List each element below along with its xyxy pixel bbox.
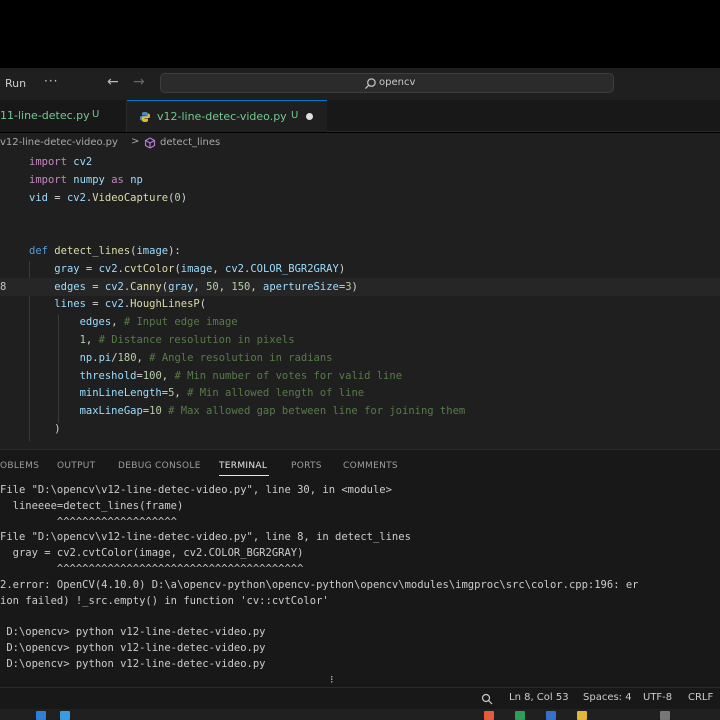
breadcrumb-file[interactable]: v12-line-detec-video.py <box>0 137 118 148</box>
editor-tab-bar: 11-line-detec.py U v12-line-detec-video.… <box>0 100 720 132</box>
terminal-line: D:\opencv> python v12-line-detec-video.p… <box>0 642 266 654</box>
code-text: edges = cv2.Canny(gray, 50, 150, apertur… <box>54 280 358 293</box>
code-line[interactable]: def detect_lines(image): <box>0 242 720 260</box>
tab-git-status: U <box>92 109 100 120</box>
forward-arrow-icon[interactable]: → <box>133 74 145 90</box>
title-bar: Run ··· ← → opencv <box>0 68 720 100</box>
tab-v12-line-detec-video[interactable]: v12-line-detec-video.py U <box>127 100 327 132</box>
taskbar-app-icon[interactable] <box>577 711 587 720</box>
breadcrumb: v12-line-detec-video.py > detect_lines <box>0 133 720 153</box>
terminal-line: 2.error: OpenCV(4.10.0) D:\a\opencv-pyth… <box>0 578 639 591</box>
code-line[interactable]: import numpy as np <box>0 171 720 189</box>
taskbar-app-icon[interactable] <box>546 711 556 720</box>
code-text: def detect_lines(image): <box>29 245 181 257</box>
code-line[interactable]: 1, # Distance resolution in pixels <box>0 331 720 349</box>
code-text: vid = cv2.VideoCapture(0) <box>29 191 188 204</box>
menu-run[interactable]: Run <box>5 77 26 90</box>
taskbar-app-icon[interactable] <box>484 711 494 720</box>
tab-label: 11-line-detec.py <box>0 109 90 122</box>
taskbar-app-icon[interactable] <box>660 711 670 720</box>
code-line[interactable]: import cv2 <box>0 153 720 171</box>
start-icon[interactable] <box>36 711 46 720</box>
terminal-line: lineeee=detect_lines(frame) <box>0 499 184 512</box>
symbol-method-icon <box>144 137 156 149</box>
breadcrumb-symbol[interactable]: detect_lines <box>160 137 220 148</box>
code-editor[interactable]: import cv2 import numpy as np vid = cv2.Vi… <box>0 153 720 449</box>
terminal-line: ^^^^^^^^^^^^^^^^^^^^^^^^^^^^^^^^^^^^^^^ <box>0 563 304 575</box>
code-text: minLineLength=5, # Min allowed length of… <box>79 387 365 400</box>
active-tab-indicator <box>219 475 269 476</box>
search-icon <box>364 78 376 90</box>
code-line[interactable]: threshold=100, # Min number of votes for… <box>0 367 720 385</box>
code-text: threshold=100, # Min number of votes for… <box>79 369 403 382</box>
taskbar-app-icon[interactable] <box>60 711 70 720</box>
indentation-setting[interactable]: Spaces: 4 <box>583 692 632 703</box>
code-text: lines = cv2.HoughLinesP( <box>54 298 207 311</box>
code-text: gray = cv2.cvtColor(image, cv2.COLOR_BGR… <box>54 262 346 275</box>
command-center-search[interactable]: opencv <box>160 73 614 93</box>
panel-tab-terminal[interactable]: TERMINAL <box>219 461 267 471</box>
code-line[interactable]: vid = cv2.VideoCapture(0) <box>0 189 720 207</box>
code-text: edges, # Input edge image <box>79 316 238 329</box>
panel-tab-oblems[interactable]: OBLEMS <box>0 461 39 471</box>
code-line[interactable]: ) <box>0 420 720 438</box>
terminal-line: D:\opencv> python v12-line-detec-video.p… <box>0 626 266 639</box>
terminal-line: ion failed) !_src.empty() in function 'c… <box>0 594 329 607</box>
tab-git-status: U <box>291 110 299 121</box>
code-text: ) <box>29 423 61 435</box>
zoom-icon[interactable] <box>481 693 493 705</box>
code-line[interactable]: maxLineGap=10 # Max allowed gap between … <box>0 402 720 420</box>
terminal-line: File "D:\opencv\v12-line-detec-video.py"… <box>0 531 411 544</box>
code-line[interactable]: edges, # Input edge image <box>0 313 720 331</box>
encoding-setting[interactable]: UTF-8 <box>643 692 672 703</box>
menu-more-button[interactable]: ··· <box>44 74 58 88</box>
panel-tab-debug-console[interactable]: DEBUG CONSOLE <box>118 461 201 471</box>
status-bar: Ln 8, Col 53 Spaces: 4 UTF-8 CRLF <box>0 687 720 709</box>
terminal-line: File "D:\opencv\v12-line-detec-video.py"… <box>0 484 392 496</box>
code-text: import cv2 <box>29 156 93 168</box>
code-line[interactable] <box>0 224 720 242</box>
back-arrow-icon[interactable]: ← <box>107 74 119 90</box>
tab-11-line-detec[interactable]: 11-line-detec.py U <box>0 100 127 132</box>
code-line[interactable]: minLineLength=5, # Min allowed length of… <box>0 384 720 402</box>
code-line[interactable]: lines = cv2.HoughLinesP( <box>0 295 720 313</box>
unsaved-dot-icon[interactable] <box>306 113 313 120</box>
panel-tab-ports[interactable]: PORTS <box>291 461 322 471</box>
cursor-position[interactable]: Ln 8, Col 53 <box>509 692 569 703</box>
panel-tab-comments[interactable]: COMMENTS <box>343 461 398 471</box>
bottom-panel: OBLEMS OUTPUT DEBUG CONSOLE TERMINAL PORTS CO… <box>0 449 720 687</box>
code-line[interactable]: 8 edges = cv2.Canny(gray, 50, 150, apert… <box>0 277 720 296</box>
eol-setting[interactable]: CRLF <box>688 692 713 703</box>
terminal-line: ^^^^^^^^^^^^^^^^^^^ <box>0 515 178 528</box>
code-line[interactable]: gray = cv2.cvtColor(image, cv2.COLOR_BGR… <box>0 260 720 278</box>
code-line[interactable]: np.pi/180, # Angle resolution in radians <box>0 349 720 367</box>
line-number: 8 <box>0 280 7 293</box>
python-file-icon <box>140 112 150 122</box>
code-text: import numpy as np <box>29 173 143 186</box>
taskbar <box>0 709 720 720</box>
taskbar-app-icon[interactable] <box>515 711 525 720</box>
panel-tab-output[interactable]: OUTPUT <box>57 461 95 471</box>
terminal-line: D:\opencv> python v12-line-detec-video.p… <box>0 657 266 670</box>
code-text: np.pi/180, # Angle resolution in radians <box>79 351 333 364</box>
code-line[interactable] <box>0 206 720 224</box>
terminal-line: gray = cv2.cvtColor(image, cv2.COLOR_BGR… <box>0 547 304 560</box>
terminal-cursor: ⁝ <box>330 673 334 686</box>
code-text: 1, # Distance resolution in pixels <box>79 334 295 346</box>
tab-label: v12-line-detec-video.py <box>157 110 287 123</box>
search-text: opencv <box>379 77 416 88</box>
breadcrumb-separator: > <box>131 136 140 147</box>
code-text: maxLineGap=10 # Max allowed gap between … <box>79 405 466 418</box>
